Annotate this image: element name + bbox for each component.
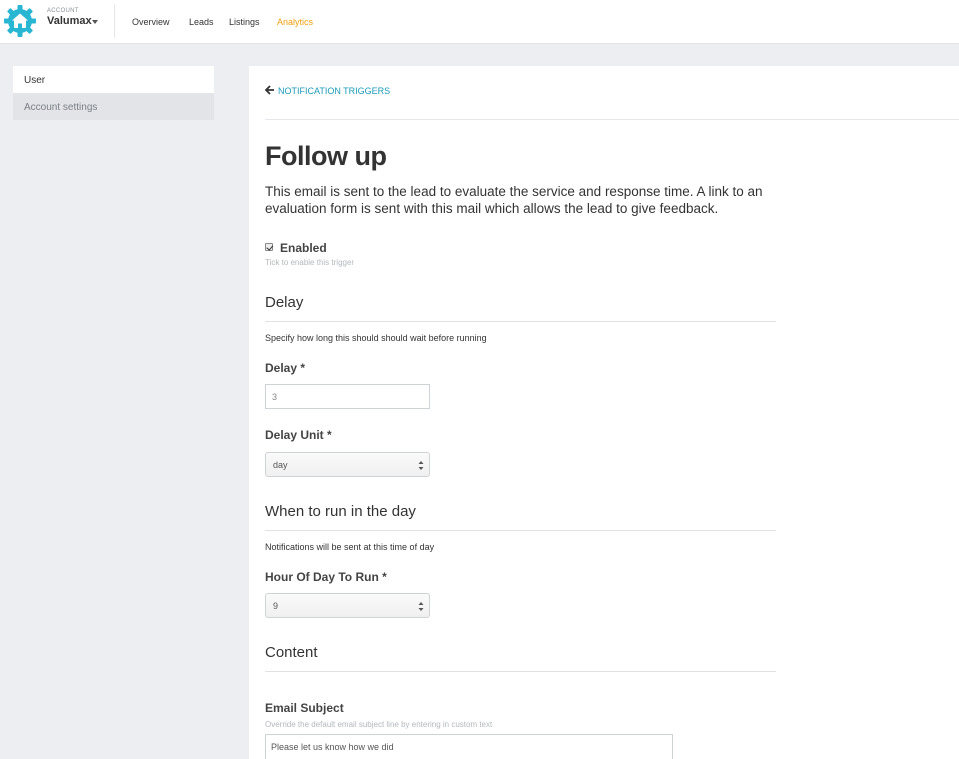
sidebar-item-account-settings[interactable]: Account settings: [13, 93, 214, 120]
select-arrows-icon: [418, 602, 424, 611]
section-title-delay: Delay: [265, 294, 304, 311]
enabled-checkbox[interactable]: [265, 243, 273, 251]
email-subject-label: Email Subject: [265, 701, 344, 715]
hour-of-day-label: Hour Of Day To Run *: [265, 570, 387, 584]
delay-help-text: Specify how long this should should wait…: [265, 333, 487, 343]
time-help-text: Notifications will be sent at this time …: [265, 542, 435, 552]
nav-leads[interactable]: Leads: [189, 17, 214, 27]
email-subject-input[interactable]: Please let us know how we did: [265, 734, 673, 759]
nav-listings[interactable]: Listings: [229, 17, 260, 27]
house-gear-logo-icon[interactable]: [3, 4, 37, 38]
hour-of-day-select[interactable]: 9: [265, 593, 430, 618]
page-title: Follow up: [265, 141, 387, 171]
arrow-left-icon: [265, 85, 274, 95]
delay-input[interactable]: 3: [265, 384, 430, 409]
section-divider: [265, 530, 776, 531]
section-divider: [265, 321, 776, 322]
page-description: This email is sent to the lead to evalua…: [265, 184, 763, 216]
email-subject-hint: Override the default email subject line …: [265, 720, 493, 729]
back-link-label: NOTIFICATION TRIGGERS: [278, 86, 391, 96]
enabled-hint: Tick to enable this trigger: [265, 258, 355, 267]
enabled-label[interactable]: Enabled: [280, 241, 327, 255]
account-name[interactable]: Valumax: [47, 15, 92, 27]
section-divider: [265, 671, 776, 672]
delay-unit-label: Delay Unit *: [265, 428, 332, 442]
chevron-down-icon[interactable]: [92, 20, 98, 24]
account-caption: ACCOUNT: [47, 8, 79, 14]
delay-unit-select[interactable]: day: [265, 452, 430, 477]
delay-unit-value: day: [273, 460, 288, 470]
select-arrows-icon: [418, 461, 424, 470]
divider: [265, 119, 959, 120]
section-title-when-to-run: When to run in the day: [265, 503, 416, 520]
main-panel: NOTIFICATION TRIGGERS Follow up This ema…: [249, 66, 959, 759]
hour-of-day-value: 9: [273, 601, 279, 611]
section-title-content: Content: [265, 644, 318, 661]
delay-label: Delay *: [265, 361, 306, 375]
top-bar: ACCOUNT Valumax Overview Leads Listings …: [0, 0, 959, 44]
sidebar-item-user[interactable]: User: [13, 66, 214, 93]
header-divider: [114, 4, 115, 38]
nav-overview[interactable]: Overview: [132, 17, 170, 27]
nav-analytics[interactable]: Analytics: [277, 17, 313, 27]
